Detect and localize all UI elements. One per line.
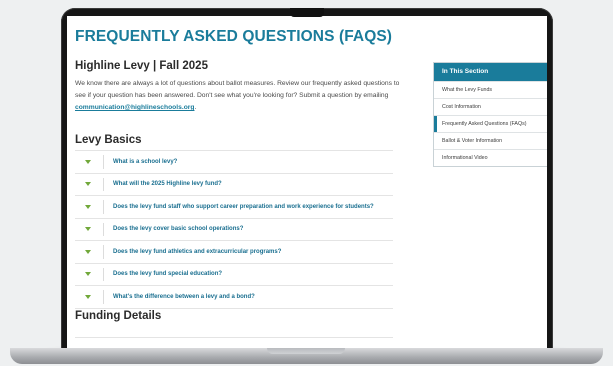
divider [103, 200, 104, 214]
expand-arrow-icon [85, 204, 91, 209]
expand-arrow-icon [85, 227, 91, 232]
intro-paragraph: We know there are always a lot of questi… [75, 78, 405, 114]
divider [103, 267, 104, 281]
laptop-lid: FREQUENTLY ASKED QUESTIONS (FAQS) Highli… [61, 8, 553, 350]
intro-end: . [194, 104, 197, 111]
page-subtitle: Highline Levy | Fall 2025 [75, 60, 208, 72]
camera-notch [290, 8, 324, 17]
expand-arrow-icon [85, 294, 91, 299]
funding-details-heading: Funding Details [75, 310, 162, 322]
divider [103, 222, 104, 236]
faq-item[interactable]: Does the levy fund athletics and extracu… [75, 241, 393, 264]
faq-question[interactable]: Does the levy fund special education? [113, 271, 222, 277]
section-nav-item[interactable]: Ballot & Voter Information [434, 132, 547, 149]
faq-question[interactable]: Does the levy fund athletics and extracu… [113, 249, 281, 255]
intro-text: We know there are always a lot of questi… [75, 80, 400, 99]
faq-item[interactable]: Does the levy fund special education? [75, 264, 393, 286]
faq-question[interactable]: What is a school levy? [113, 159, 177, 165]
expand-arrow-icon [85, 182, 91, 187]
section-nav: In This Section What the Levy Funds Cost… [433, 62, 547, 167]
expand-arrow-icon [85, 159, 91, 164]
faq-item[interactable]: What is a school levy? [75, 150, 393, 174]
expand-arrow-icon [85, 272, 91, 277]
divider [75, 337, 393, 338]
levy-basics-heading: Levy Basics [75, 134, 142, 146]
divider [103, 290, 104, 304]
section-nav-heading: In This Section [434, 63, 547, 81]
faq-question[interactable]: Does the levy fund staff who support car… [113, 204, 374, 210]
faq-question[interactable]: Does the levy cover basic school operati… [113, 226, 243, 232]
section-nav-item[interactable]: Informational Video [434, 149, 547, 166]
section-nav-item[interactable]: What the Levy Funds [434, 81, 547, 98]
divider [103, 155, 104, 169]
faq-item[interactable]: Does the levy cover basic school operati… [75, 219, 393, 241]
page-title: FREQUENTLY ASKED QUESTIONS (FAQS) [75, 28, 393, 45]
expand-arrow-icon [85, 249, 91, 254]
divider [103, 245, 104, 259]
faq-item[interactable]: Does the levy fund staff who support car… [75, 196, 393, 219]
divider [103, 177, 104, 191]
contact-email-link[interactable]: communication@highlineschools.org [75, 104, 194, 111]
faq-question[interactable]: What's the difference between a levy and… [113, 294, 255, 300]
faq-question[interactable]: What will the 2025 Highline levy fund? [113, 181, 222, 187]
faq-accordion: What is a school levy? What will the 202… [75, 150, 393, 309]
laptop-opening-groove [267, 348, 345, 354]
browser-screen: FREQUENTLY ASKED QUESTIONS (FAQS) Highli… [67, 16, 547, 350]
faq-item[interactable]: What will the 2025 Highline levy fund? [75, 174, 393, 196]
faq-item[interactable]: What's the difference between a levy and… [75, 286, 393, 309]
section-nav-item-active[interactable]: Frequently Asked Questions (FAQs) [434, 115, 547, 132]
section-nav-item[interactable]: Cost Information [434, 98, 547, 115]
